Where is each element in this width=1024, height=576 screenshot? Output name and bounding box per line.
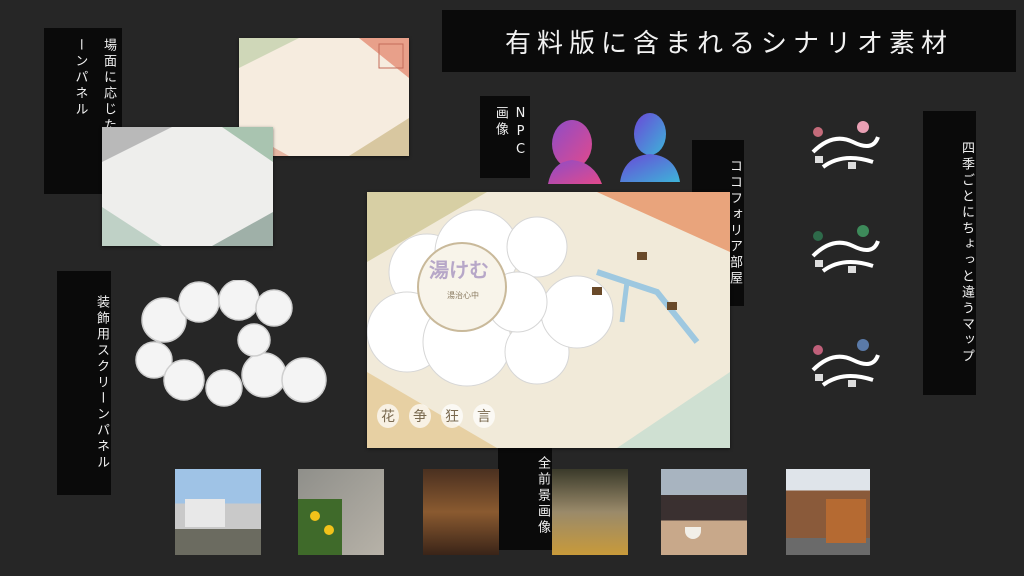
board-bottom-text: 花 争 狂 言 — [377, 404, 495, 428]
label-foreground: 全前景画像 — [498, 442, 552, 550]
page-title: 有料版に含まれるシナリオ素材 — [442, 10, 1016, 72]
foreground-photo-cafe — [661, 469, 747, 555]
seasonal-map-summer — [803, 216, 883, 288]
label-seasonal-map: 四季ごとにちょっと違うマップ — [923, 111, 976, 395]
foreground-photo-flowers — [298, 469, 384, 555]
label-deco-panel: 装飾用スクリーンパネル — [57, 271, 111, 495]
seasonal-map-autumn — [803, 330, 883, 402]
board-logo-text: 湯けむ — [429, 258, 489, 282]
foreground-photo-bath — [423, 469, 499, 555]
npc-male-silhouette — [616, 110, 682, 182]
label-npc: NPC画像 — [480, 96, 530, 178]
board-sub-text: 湯治心中 — [447, 291, 479, 300]
decorative-cloud-panel — [134, 279, 330, 412]
npc-female-silhouette — [542, 118, 606, 184]
board-char-3: 狂 — [441, 404, 463, 428]
scene-panel-back — [102, 127, 273, 246]
board-char-1: 花 — [377, 404, 399, 428]
foreground-photo-spring — [552, 469, 628, 555]
board-char-2: 争 — [409, 404, 431, 428]
board-char-4: 言 — [473, 404, 495, 428]
foreground-photo-town — [786, 469, 870, 555]
cocoforia-room-board: 湯けむ 湯治心中 花 争 狂 言 — [367, 192, 730, 448]
foreground-photo-street — [175, 469, 261, 555]
pattern-art — [102, 127, 273, 246]
seasonal-map-spring — [803, 112, 883, 184]
